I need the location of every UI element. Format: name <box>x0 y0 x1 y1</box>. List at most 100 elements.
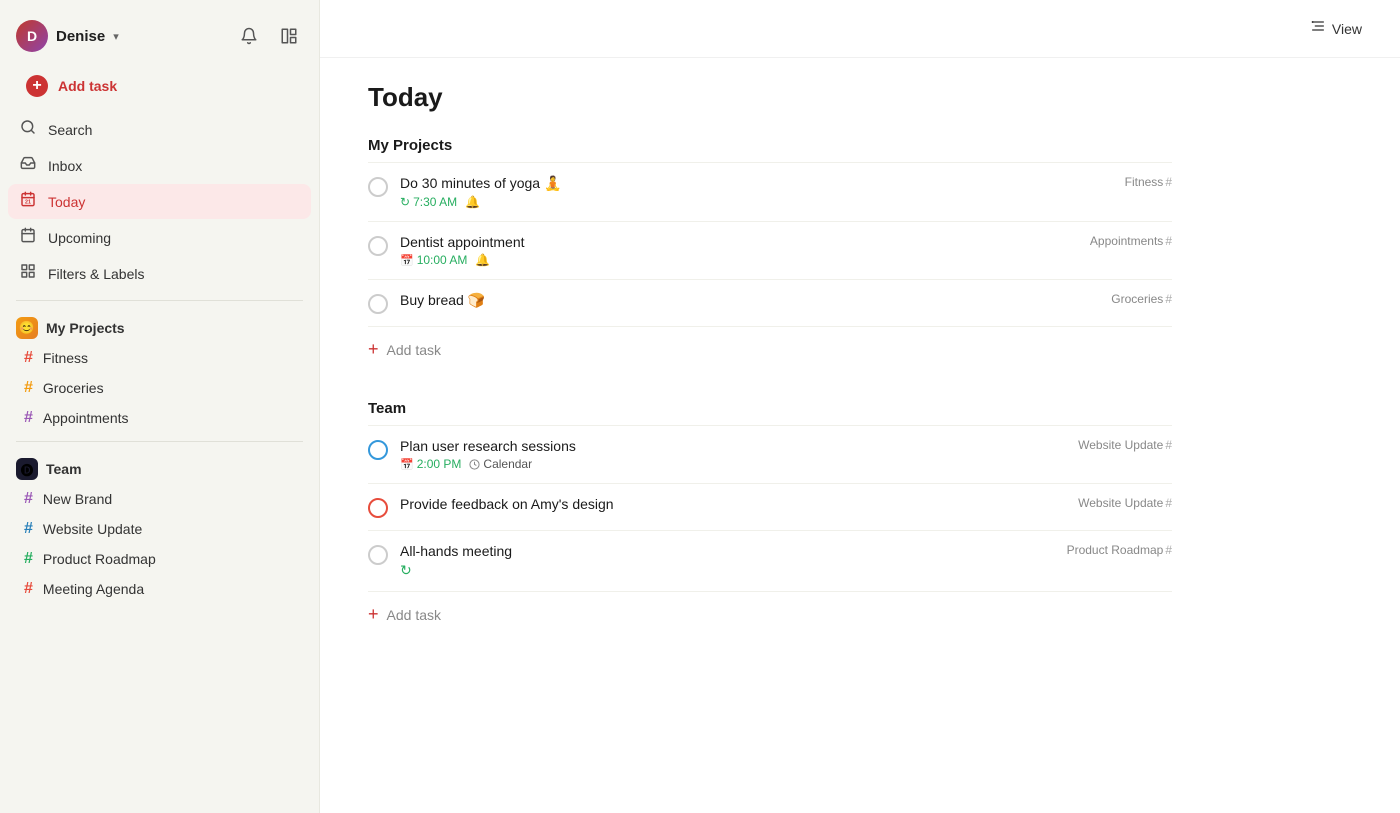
team-task-list: Plan user research sessions 📅 2:00 PM Ca… <box>368 425 1172 637</box>
notifications-button[interactable] <box>235 22 263 50</box>
sidebar-item-filters[interactable]: Filters & Labels <box>8 256 311 291</box>
sidebar-item-new-brand-label: New Brand <box>43 491 112 507</box>
task-tag-6: Product Roadmap # <box>1067 543 1172 557</box>
avatar: D <box>16 20 48 52</box>
table-row[interactable]: Do 30 minutes of yoga 🧘 ↻ 7:30 AM 🔔 Fitn… <box>368 163 1172 222</box>
task-calendar-label-4: Calendar <box>483 457 532 471</box>
task-tag-text-4: Website Update <box>1078 438 1163 452</box>
layout-button[interactable] <box>275 22 303 50</box>
divider-1 <box>16 300 303 301</box>
hash-icon-fitness: # <box>24 349 33 367</box>
task-name-3: Buy bread 🍞 <box>400 292 1111 309</box>
sidebar-item-fitness[interactable]: # Fitness <box>8 343 311 373</box>
page-title: Today <box>368 82 1172 113</box>
sidebar-item-groceries[interactable]: # Groceries <box>8 373 311 403</box>
task-content-3: Buy bread 🍞 <box>400 292 1111 312</box>
task-tag-hash-1: # <box>1165 175 1172 189</box>
team-section: Team Plan user research sessions 📅 2:00 … <box>368 400 1172 637</box>
sidebar-nav: + Add task Search Inbox 21 Today Up <box>0 68 319 292</box>
task-content-2: Dentist appointment 📅 10:00 AM 🔔 <box>400 234 1090 267</box>
alarm-icon-2: 🔔 <box>475 253 490 267</box>
view-button[interactable]: View <box>1296 12 1376 45</box>
chevron-down-icon: ▾ <box>113 30 119 43</box>
task-tag-1: Fitness # <box>1125 175 1172 189</box>
add-task-row-projects[interactable]: + Add task <box>368 327 1172 372</box>
sidebar-item-meeting-agenda[interactable]: # Meeting Agenda <box>8 574 311 604</box>
task-checkbox-1[interactable] <box>368 177 388 197</box>
task-content-4: Plan user research sessions 📅 2:00 PM Ca… <box>400 438 1078 471</box>
divider-2 <box>16 441 303 442</box>
table-row[interactable]: Dentist appointment 📅 10:00 AM 🔔 Appoint… <box>368 222 1172 280</box>
sidebar-item-appointments-label: Appointments <box>43 410 129 426</box>
task-tag-hash-2: # <box>1165 234 1172 248</box>
sidebar-item-inbox[interactable]: Inbox <box>8 148 311 183</box>
sidebar-item-product-roadmap[interactable]: # Product Roadmap <box>8 544 311 574</box>
add-task-label-team: Add task <box>387 607 441 623</box>
search-icon <box>18 119 38 140</box>
sidebar-item-search[interactable]: Search <box>8 112 311 147</box>
hash-icon-appointments: # <box>24 409 33 427</box>
task-checkbox-3[interactable] <box>368 294 388 314</box>
sidebar-item-upcoming[interactable]: Upcoming <box>8 220 311 255</box>
hash-icon-new-brand: # <box>24 490 33 508</box>
task-name-1: Do 30 minutes of yoga 🧘 <box>400 175 1125 192</box>
task-meta-1: ↻ 7:30 AM 🔔 <box>400 195 1125 209</box>
task-checkbox-4[interactable] <box>368 440 388 460</box>
my-projects-avatar: 😊 <box>16 317 38 339</box>
task-meta-4: 📅 2:00 PM Calendar <box>400 457 1078 471</box>
table-row[interactable]: Provide feedback on Amy's design Website… <box>368 484 1172 531</box>
add-task-row-team[interactable]: + Add task <box>368 592 1172 637</box>
table-row[interactable]: Buy bread 🍞 Groceries # <box>368 280 1172 327</box>
sidebar-item-meeting-agenda-label: Meeting Agenda <box>43 581 144 597</box>
sidebar-item-product-roadmap-label: Product Roadmap <box>43 551 156 567</box>
table-row[interactable]: Plan user research sessions 📅 2:00 PM Ca… <box>368 426 1172 484</box>
add-task-button[interactable]: + Add task <box>16 68 303 104</box>
my-projects-header[interactable]: 😊 My Projects <box>0 309 319 343</box>
team-header[interactable]: 🅓 Team <box>0 450 319 484</box>
task-checkbox-2[interactable] <box>368 236 388 256</box>
svg-text:21: 21 <box>25 200 31 206</box>
hash-icon-meeting-agenda: # <box>24 580 33 598</box>
task-time-2: 📅 10:00 AM <box>400 253 467 267</box>
sidebar-item-today[interactable]: 21 Today <box>8 184 311 219</box>
sidebar-item-new-brand[interactable]: # New Brand <box>8 484 311 514</box>
task-checkbox-6[interactable] <box>368 545 388 565</box>
task-tag-text-6: Product Roadmap <box>1067 543 1164 557</box>
sidebar-item-appointments[interactable]: # Appointments <box>8 403 311 433</box>
task-name-6: All-hands meeting <box>400 543 1067 559</box>
calendar-icon-2: 📅 <box>400 254 414 267</box>
task-tag-hash-6: # <box>1165 543 1172 557</box>
my-projects-section: My Projects Do 30 minutes of yoga 🧘 ↻ 7:… <box>368 137 1172 372</box>
main-content: View Today My Projects Do 30 minutes of … <box>320 0 1400 813</box>
add-task-icon: + <box>26 75 48 97</box>
filters-icon <box>18 263 38 284</box>
recurring-icon-1: ↻ <box>400 195 410 209</box>
task-content-1: Do 30 minutes of yoga 🧘 ↻ 7:30 AM 🔔 <box>400 175 1125 209</box>
task-tag-hash-4: # <box>1165 438 1172 452</box>
my-projects-title: My Projects <box>46 320 125 336</box>
team-title: Team <box>46 461 82 477</box>
task-checkbox-5[interactable] <box>368 498 388 518</box>
today-icon: 21 <box>18 191 38 212</box>
task-name-5: Provide feedback on Amy's design <box>400 496 1078 512</box>
header-icons <box>235 22 303 50</box>
task-calendar-4: Calendar <box>469 457 532 471</box>
task-tag-hash-5: # <box>1165 496 1172 510</box>
sidebar-item-website-update[interactable]: # Website Update <box>8 514 311 544</box>
sidebar-item-today-label: Today <box>48 194 85 210</box>
task-time-1: ↻ 7:30 AM <box>400 195 457 209</box>
task-tag-text-3: Groceries <box>1111 292 1163 306</box>
task-time-4: 📅 2:00 PM <box>400 457 461 471</box>
sidebar-item-filters-label: Filters & Labels <box>48 266 144 282</box>
bell-icon <box>240 27 258 45</box>
hash-icon-groceries: # <box>24 379 33 397</box>
user-menu[interactable]: D Denise ▾ <box>16 20 119 52</box>
table-row[interactable]: All-hands meeting ↻ Product Roadmap # <box>368 531 1172 592</box>
sidebar-item-inbox-label: Inbox <box>48 158 82 174</box>
view-button-label: View <box>1332 21 1362 37</box>
hash-icon-website-update: # <box>24 520 33 538</box>
task-name-2: Dentist appointment <box>400 234 1090 250</box>
task-tag-text-1: Fitness <box>1125 175 1164 189</box>
sidebar-item-groceries-label: Groceries <box>43 380 104 396</box>
recurring-icon-6: ↻ <box>400 562 412 579</box>
